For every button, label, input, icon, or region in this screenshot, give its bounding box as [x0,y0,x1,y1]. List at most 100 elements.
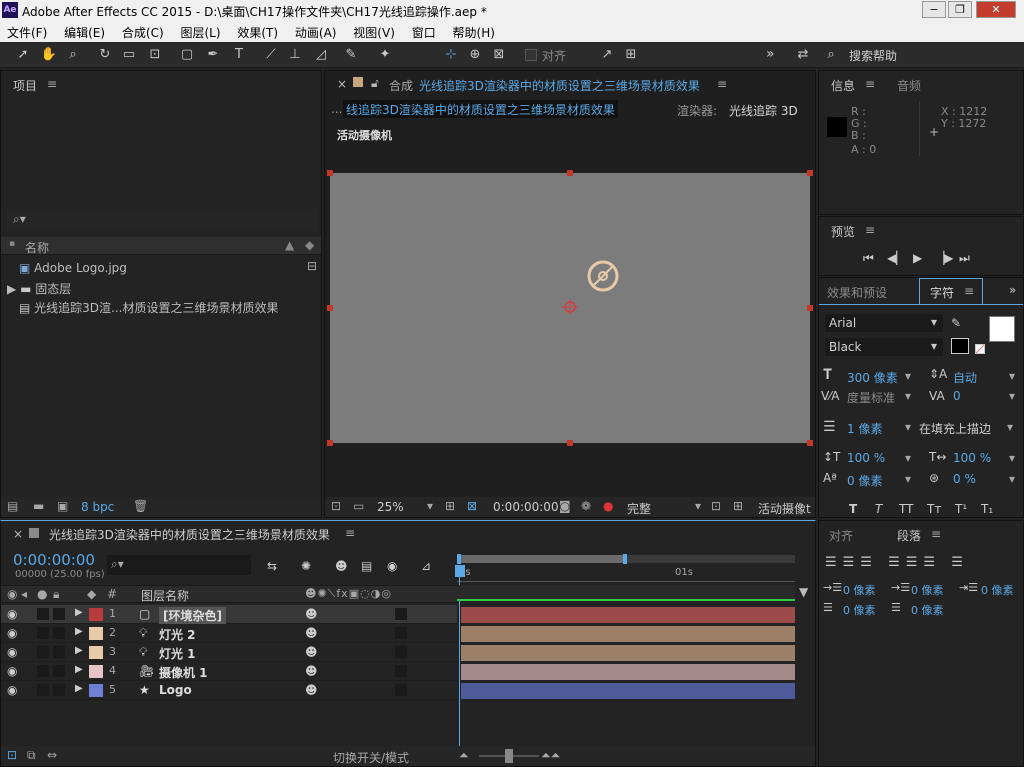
work-area-end-handle[interactable] [623,554,627,564]
camera-tool-icon[interactable]: ▭ [120,46,138,64]
roto-brush-tool-icon[interactable]: ✎ [342,46,360,64]
pen-tool-icon[interactable]: ✒ [204,46,222,64]
indent-first-value[interactable]: 0 像素 [911,582,944,598]
timeline-timecode[interactable]: 0:00:00:00 [13,551,95,569]
layer-duration-bar[interactable] [461,683,795,699]
menu-file[interactable]: 文件(F) [0,21,53,41]
clone-stamp-tool-icon[interactable]: ⊥ [286,46,304,64]
modes-icon[interactable]: ⧉ [27,748,36,763]
zoom-tool-icon[interactable]: ⌕ [64,46,82,64]
bit-depth-button[interactable]: 8 bpc [81,500,114,514]
panel-menu-icon[interactable]: ≡ [865,77,875,91]
layer-label-swatch[interactable] [89,608,103,621]
layer-duration-bar[interactable] [461,645,795,661]
type-tool-icon[interactable]: T [230,46,248,64]
snap-checkbox[interactable] [525,49,537,61]
snap-edge-icon[interactable]: ↗ [598,46,616,64]
first-frame-icon[interactable]: ⏮ [863,251,874,266]
expand-arrow-icon[interactable]: ▶ [75,664,83,675]
layer-row[interactable]: ◉ ▶ 5 ★ Logo ☻ [1,681,457,700]
snapshot-icon[interactable]: ◙ [559,499,571,513]
paragraph-tab[interactable]: 段落 [897,527,921,544]
visibility-eye-icon[interactable]: ◉ [7,664,17,678]
zoom-slider-thumb[interactable] [505,749,513,763]
switch-box[interactable] [395,627,407,639]
comp-tab-name[interactable]: 光线追踪3D渲染器中的材质设置之三维场景材质效果 [419,77,700,94]
column-name[interactable]: 名称 [25,239,49,256]
faux-italic-button[interactable]: T [875,502,882,516]
panel-menu-icon[interactable]: ≡ [931,527,941,541]
rectangle-tool-icon[interactable]: ▢ [178,46,196,64]
search-help-input[interactable]: 搜索帮助 [849,47,897,64]
horizontal-scale-value[interactable]: 100 % [953,451,991,465]
menu-view[interactable]: 视图(V) [346,21,401,41]
kerning-value[interactable]: 度量标准 [847,389,895,406]
play-icon[interactable]: ▶ [913,251,922,265]
selection-tool-icon[interactable]: ➚ [14,46,32,64]
baseline-shift-value[interactable]: 0 像素 [847,472,882,489]
layer-label-swatch[interactable] [89,627,103,640]
anchor-point-icon[interactable] [562,299,578,315]
switch-box[interactable] [395,684,407,696]
alignment-buttons[interactable]: ☰☰☰ ☰☰☰ ☰ [825,555,969,570]
resize-handle[interactable] [807,170,813,176]
lock-icon[interactable]: 🔓︎ [371,76,379,91]
layer-label-swatch[interactable] [89,646,103,659]
show-snapshot-icon[interactable]: ❁ [581,499,591,513]
project-item[interactable]: ▶ ▬ 固态层 [7,280,71,297]
fit-icon[interactable]: ⊞ [445,499,455,513]
pan-behind-tool-icon[interactable]: ⊡ [146,46,164,64]
menu-animation[interactable]: 动画(A) [288,21,343,41]
layer-name[interactable]: 灯光 1 [159,645,196,662]
monitor-icon[interactable]: ▭ [353,499,364,513]
draft-3d-icon[interactable]: ✺ [301,559,311,573]
comp-timecode[interactable]: 0:00:00:00 [493,500,559,514]
minimize-button[interactable]: − [922,1,946,18]
switch-box[interactable] [395,665,407,677]
graph-editor-icon[interactable]: ⊿ [421,559,431,573]
resize-handle[interactable] [327,305,333,311]
layer-duration-bar[interactable] [461,626,795,642]
workspace-icon[interactable]: ⇄ [794,46,812,64]
expand-arrow-icon[interactable]: ▶ [75,607,83,618]
zoom-dropdown[interactable]: 25% [377,500,404,514]
comp-marker-icon[interactable]: ▼ [799,585,808,599]
all-caps-button[interactable]: TT [899,502,913,516]
flowchart-icon[interactable]: ⊟ [307,259,317,273]
chevron-down-icon[interactable]: ▾ [905,472,911,486]
chevron-down-icon[interactable]: ▾ [905,389,911,403]
tsume-value[interactable]: 0 % [953,472,976,486]
menu-layer[interactable]: 图层(L) [173,21,226,41]
layer-label-swatch[interactable] [89,665,103,678]
renderer-value[interactable]: 光线追踪 3D [729,102,798,119]
toolbar-overflow-icon[interactable]: » [766,46,775,62]
chevron-down-icon[interactable]: ▾ [905,451,911,465]
panel-menu-icon[interactable]: ≡ [345,526,355,540]
menu-edit[interactable]: 编辑(E) [57,21,111,41]
lock-toggle[interactable] [53,684,65,696]
indent-left-value[interactable]: 0 像素 [843,582,876,598]
time-navigator[interactable] [457,554,795,564]
resize-handle[interactable] [327,440,333,446]
transparency-grid-icon[interactable]: ⊞ [733,499,743,513]
close-tab-icon[interactable]: × [337,77,347,91]
motion-blur-icon[interactable]: ◉ [387,559,397,573]
new-composition-icon[interactable]: ▣ [57,499,68,513]
shy-layers-icon[interactable]: ☻ [335,559,348,573]
solo-toggle[interactable] [37,627,49,639]
timeline-search-input[interactable]: ⌕▾ [107,555,251,575]
visibility-eye-icon[interactable]: ◉ [7,607,17,621]
layer-name[interactable]: 摄像机 1 [159,664,208,681]
menu-help[interactable]: 帮助(H) [446,21,501,41]
safe-zones-icon[interactable]: ⊠ [467,499,477,513]
audio-tab[interactable]: 音频 [897,77,921,94]
playhead-line[interactable] [459,577,460,749]
font-style-select[interactable]: Black [825,338,943,356]
shy-switch-icon[interactable]: ☻ [305,626,318,640]
layer-duration-bar[interactable] [461,664,795,680]
font-size-value[interactable]: 300 像素 [847,369,898,386]
layer-label-swatch[interactable] [89,684,103,697]
layer-row[interactable]: ◉ ▶ 2 💡︎ 灯光 2 ☻ [1,624,457,643]
solo-toggle[interactable] [37,608,49,620]
solo-toggle[interactable] [37,684,49,696]
